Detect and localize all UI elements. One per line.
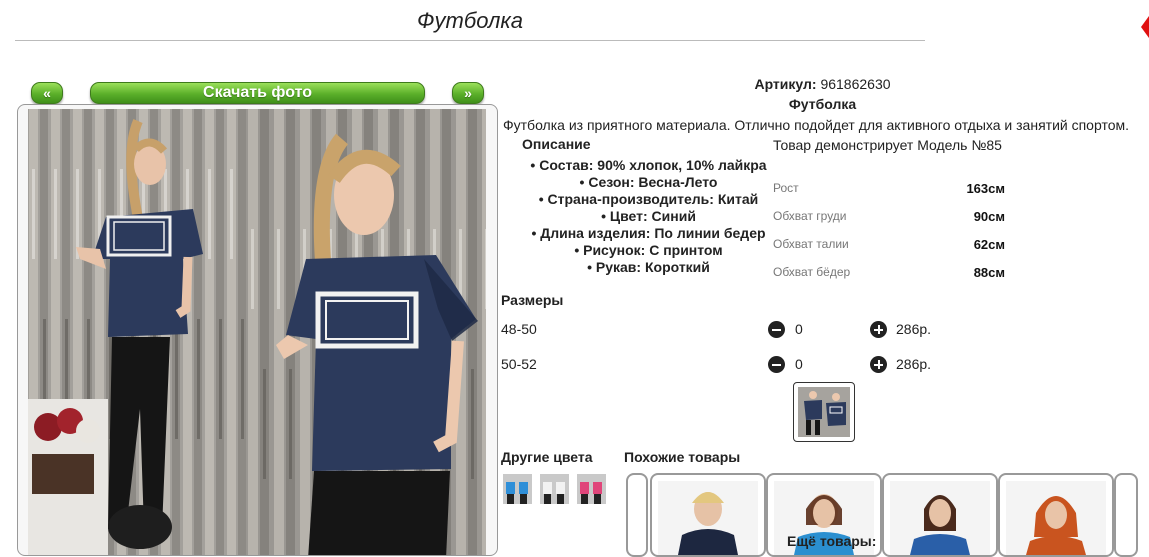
- photo-right-pose: [246, 109, 486, 555]
- similar-scroll-right[interactable]: [1114, 473, 1138, 557]
- model-row: Обхват груди 90см: [773, 209, 1013, 224]
- quantity-value: 0: [795, 356, 803, 372]
- similar-product-card[interactable]: [650, 473, 766, 557]
- similar-scroll-left[interactable]: [626, 473, 648, 557]
- title-divider: [15, 40, 925, 41]
- article-number: Артикул: 961862630: [660, 76, 985, 92]
- model-row: Рост 163см: [773, 181, 1013, 196]
- minus-icon[interactable]: [768, 321, 785, 338]
- quantity-value: 0: [795, 321, 803, 337]
- property-item: Рисунок: С принтом: [506, 242, 791, 259]
- model-heading: Товар демонстрирует Модель №85: [773, 137, 1002, 153]
- article-value: 961862630: [820, 76, 891, 92]
- similar-products-label: Похожие товары: [624, 449, 741, 465]
- prev-photo-button[interactable]: «: [31, 82, 63, 104]
- product-photo[interactable]: [17, 104, 498, 556]
- property-item: Страна-производитель: Китай: [506, 191, 791, 208]
- product-name: Футболка: [788, 96, 857, 112]
- model-row-label: Обхват бёдер: [773, 265, 851, 279]
- size-value: 48-50: [501, 321, 537, 337]
- size-row: 48-50 0 286р.: [501, 321, 981, 341]
- photo-left-pose: [28, 109, 246, 555]
- download-photo-button[interactable]: Скачать фото: [90, 82, 425, 104]
- article-label: Артикул:: [754, 76, 817, 92]
- plus-icon[interactable]: [870, 321, 887, 338]
- description-label: Описание: [522, 136, 591, 152]
- property-list: Состав: 90% хлопок, 10% лайкра Сезон: Ве…: [506, 157, 791, 276]
- other-color-thumb[interactable]: [503, 474, 532, 504]
- model-row: Обхват талии 62см: [773, 237, 1013, 252]
- model-row-value: 163см: [966, 181, 1005, 196]
- cart-corner-icon[interactable]: [1139, 12, 1149, 42]
- size-value: 50-52: [501, 356, 537, 372]
- model-row-label: Обхват талии: [773, 237, 849, 251]
- other-color-thumb[interactable]: [540, 474, 569, 504]
- sizes-label: Размеры: [501, 292, 564, 308]
- property-item: Рукав: Короткий: [506, 259, 791, 276]
- minus-icon[interactable]: [768, 356, 785, 373]
- property-item: Состав: 90% хлопок, 10% лайкра: [506, 157, 791, 174]
- size-price: 286р.: [896, 356, 932, 372]
- next-photo-button[interactable]: »: [452, 82, 484, 104]
- model-row-label: Рост: [773, 181, 799, 195]
- property-item: Цвет: Синий: [506, 208, 791, 225]
- property-item: Сезон: Весна-Лето: [506, 174, 791, 191]
- size-price: 286р.: [896, 321, 932, 337]
- page-title: Футболка: [417, 8, 523, 33]
- model-row-value: 90см: [973, 209, 1005, 224]
- model-row-value: 88см: [973, 265, 1005, 280]
- similar-product-card[interactable]: [998, 473, 1114, 557]
- other-color-thumb[interactable]: [577, 474, 606, 504]
- model-row: Обхват бёдер 88см: [773, 265, 1013, 280]
- other-colors-label: Другие цвета: [501, 449, 593, 465]
- plus-icon[interactable]: [870, 356, 887, 373]
- photo-thumbnail[interactable]: [793, 382, 855, 442]
- model-row-value: 62см: [973, 237, 1005, 252]
- similar-product-card[interactable]: [882, 473, 998, 557]
- product-description: Футболка из приятного материала. Отлично…: [503, 117, 1130, 133]
- size-row: 50-52 0 286р.: [501, 356, 981, 376]
- property-item: Длина изделия: По линии бедер: [506, 225, 791, 242]
- model-row-label: Обхват груди: [773, 209, 847, 223]
